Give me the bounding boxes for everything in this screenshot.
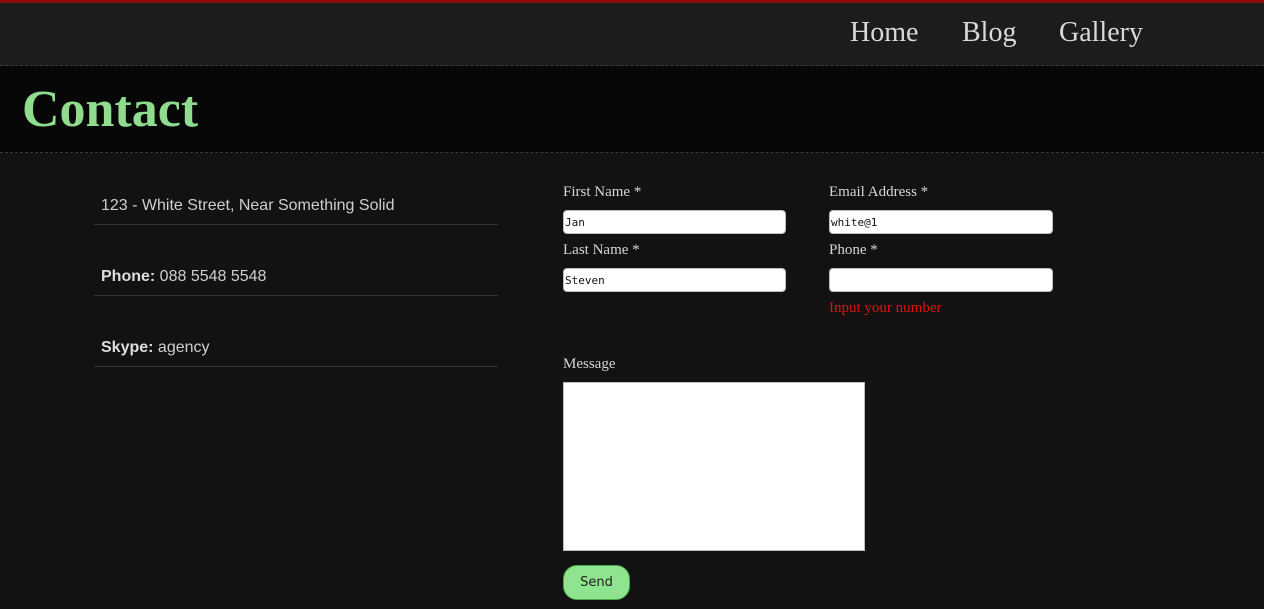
first-name-label: First Name * (563, 184, 642, 200)
send-button[interactable]: Send (563, 565, 630, 600)
phone-field[interactable] (829, 268, 1053, 292)
email-field[interactable] (829, 210, 1053, 234)
page-title: Contact (22, 81, 199, 138)
last-name-field[interactable] (563, 268, 786, 292)
phone-error-message: Input your number (829, 300, 942, 316)
nav-link-gallery[interactable]: Gallery (1059, 17, 1143, 49)
phone-value: 088 5548 5548 (159, 268, 267, 285)
title-band: Contact (0, 66, 1264, 153)
skype-label: Skype: (101, 339, 154, 356)
address-item: 123 - White Street, Near Something Solid (94, 197, 498, 225)
nav-bar: Home Blog Gallery (0, 3, 1264, 66)
phone-label: Phone: (101, 268, 156, 285)
email-label: Email Address * (829, 184, 929, 200)
phone-item: Phone: 088 5548 5548 (94, 268, 498, 296)
nav-link-blog[interactable]: Blog (962, 17, 1016, 49)
nav-link-home[interactable]: Home (850, 17, 918, 49)
message-label: Message (563, 356, 616, 372)
first-name-field[interactable] (563, 210, 786, 234)
message-textarea[interactable] (563, 382, 865, 551)
skype-value: agency (157, 339, 210, 356)
skype-item: Skype: agency (94, 339, 498, 367)
address-text: 123 - White Street, Near Something Solid (101, 197, 395, 214)
last-name-label: Last Name * (563, 242, 640, 258)
phone-field-label: Phone * (829, 242, 878, 258)
